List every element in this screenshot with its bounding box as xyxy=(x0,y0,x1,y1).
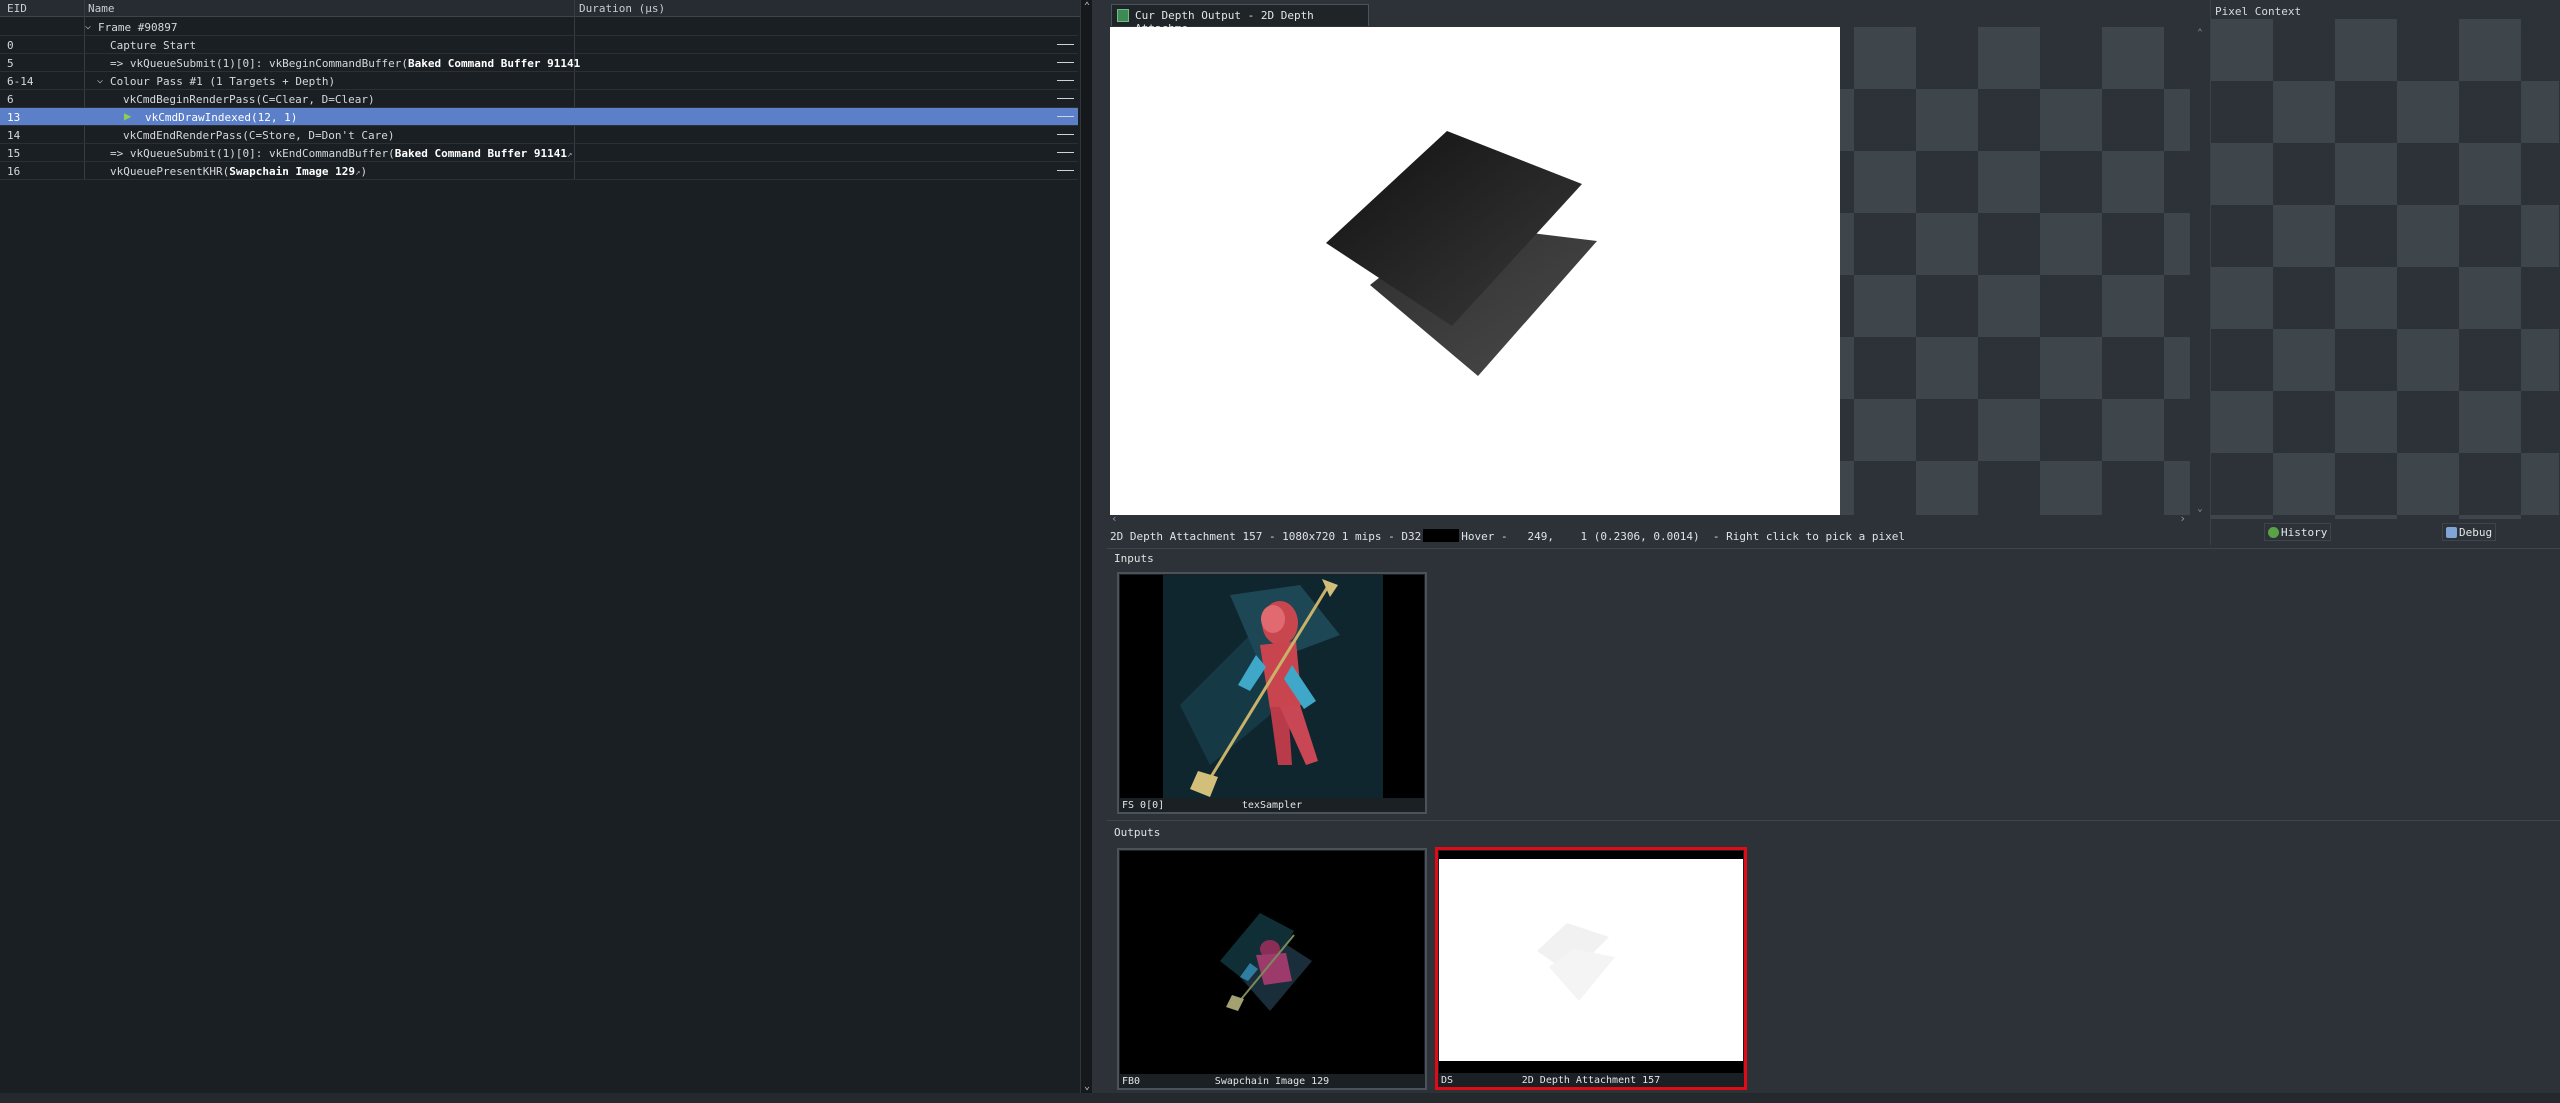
input-resource-name: texSampler xyxy=(1241,800,1303,811)
event-name-prefix: => vkQueueSubmit(1)[0]: vkBeginCommandBu… xyxy=(110,57,409,70)
scroll-right-icon[interactable]: › xyxy=(2179,512,2186,525)
divider xyxy=(1107,820,2560,821)
event-eid: 6 xyxy=(7,93,14,106)
tab-texture-viewer[interactable]: Cur Depth Output - 2D Depth Attachme… xyxy=(1111,4,1369,35)
input-thumbnail-texsampler[interactable]: FS 0[0] texSampler xyxy=(1117,572,1427,814)
texture-vertical-scrollbar[interactable]: ⌃ ⌄ xyxy=(2194,27,2206,515)
column-header-eid[interactable]: EID xyxy=(7,2,27,15)
event-row[interactable]: 5 => vkQueueSubmit(1)[0]: vkBeginCommand… xyxy=(0,54,1078,72)
event-name-prefix: vkQueuePresentKHR( xyxy=(110,165,230,178)
event-name: vkCmdEndRenderPass(C=Store, D=Don't Care… xyxy=(123,129,395,142)
link-icon[interactable]: ↗ xyxy=(567,150,572,160)
history-label: History xyxy=(2281,526,2328,539)
thumbnail-image xyxy=(1120,851,1424,1074)
outputs-title: Outputs xyxy=(1114,826,1161,839)
event-row[interactable]: 15 => vkQueueSubmit(1)[0]: vkEndCommandB… xyxy=(0,144,1078,162)
wrench-icon xyxy=(2446,527,2457,538)
resource-link[interactable]: Baked Command Buffer 91141 xyxy=(408,57,580,70)
event-browser-panel: EID Name Duration (µs) ⌵ Frame #90897 0 … xyxy=(0,0,1080,1093)
event-name-prefix: => vkQueueSubmit(1)[0]: vkEndCommandBuff… xyxy=(110,147,395,160)
thumbnail-image xyxy=(1439,851,1743,1073)
duration-dash xyxy=(1057,62,1074,63)
event-row[interactable]: 16 vkQueuePresentKHR(Swapchain Image 129… xyxy=(0,162,1078,180)
duration-dash xyxy=(1057,170,1074,171)
duration-dash xyxy=(1057,80,1074,81)
duration-dash xyxy=(1057,134,1074,135)
resource-link[interactable]: Swapchain Image 129 xyxy=(229,165,355,178)
history-button[interactable]: History xyxy=(2264,523,2332,541)
event-name: Frame #90897 xyxy=(98,21,178,34)
inputs-title: Inputs xyxy=(1114,552,1154,565)
depth-quads-render xyxy=(1326,131,1597,376)
event-row-frame[interactable]: ⌵ Frame #90897 xyxy=(0,18,1078,36)
event-eid: 16 xyxy=(7,165,21,178)
status-bar xyxy=(0,1093,2560,1103)
pixel-context-panel: Pixel Context History Debug xyxy=(2210,0,2560,545)
texture-horizontal-scrollbar[interactable]: ‹ › xyxy=(1110,512,2190,525)
duration-dash xyxy=(1057,44,1074,45)
swapchain-thumbnail-render xyxy=(1120,851,1424,1074)
event-row-colour-pass[interactable]: 6-14 ⌵ Colour Pass #1 (1 Targets + Depth… xyxy=(0,72,1078,90)
event-eid: 15 xyxy=(7,147,21,160)
depth-texture-image[interactable] xyxy=(1110,27,1840,515)
resource-link[interactable]: Baked Command Buffer 91141 xyxy=(395,147,567,160)
event-browser-header: EID Name Duration (µs) xyxy=(0,0,1080,17)
debug-label: Debug xyxy=(2459,526,2493,539)
character-art-thumbnail xyxy=(1120,575,1424,798)
event-eid: 0 xyxy=(7,39,14,52)
hover-color-swatch xyxy=(1423,529,1460,542)
event-eid: 13 xyxy=(7,111,21,124)
event-name: vkCmdBeginRenderPass(C=Clear, D=Clear) xyxy=(123,93,375,106)
event-name: => vkQueueSubmit(1)[0]: vkBeginCommandBu… xyxy=(110,57,580,70)
output-resource-name: 2D Depth Attachment 157 xyxy=(1521,1075,1661,1086)
event-eid: 14 xyxy=(7,129,21,142)
output-thumbnail-swapchain[interactable]: FB0 Swapchain Image 129 xyxy=(1117,848,1427,1090)
duration-dash xyxy=(1057,98,1074,99)
event-row[interactable]: 14 vkCmdEndRenderPass(C=Store, D=Don't C… xyxy=(0,126,1078,144)
event-name: vkCmdDrawIndexed(12, 1) xyxy=(145,111,298,124)
hover-readout: Hover - 249, 1 (0.2306, 0.0014) - Right … xyxy=(1461,530,1905,543)
chevron-down-icon[interactable]: ⌵ xyxy=(85,21,91,32)
debug-button[interactable]: Debug xyxy=(2442,523,2497,541)
scroll-down-icon[interactable]: ⌄ xyxy=(1082,1081,1092,1092)
texture-canvas[interactable] xyxy=(1110,27,2190,515)
pixel-context-title: Pixel Context xyxy=(2215,5,2302,18)
column-header-name[interactable]: Name xyxy=(88,2,115,15)
scroll-left-icon[interactable]: ‹ xyxy=(1111,512,1118,525)
texture-icon xyxy=(1117,9,1129,22)
depth-thumbnail-render xyxy=(1439,851,1743,1073)
texture-viewer-panel: Cur Depth Output - 2D Depth Attachme… xyxy=(1107,0,2210,545)
scroll-up-icon[interactable]: ⌃ xyxy=(2195,28,2205,38)
texture-status-line: 2D Depth Attachment 157 - 1080x720 1 mip… xyxy=(1110,529,1905,543)
event-tree: ⌵ Frame #90897 0 Capture Start 5 => vkQu… xyxy=(0,18,1078,180)
output-thumbnail-depth-selected[interactable]: DS 2D Depth Attachment 157 xyxy=(1435,847,1747,1090)
history-icon xyxy=(2268,527,2279,538)
duration-dash xyxy=(1057,152,1074,153)
event-name-suffix: ) xyxy=(360,165,368,178)
divider xyxy=(1107,548,2560,549)
event-browser-scrollbar[interactable]: ⌃ ⌄ xyxy=(1080,0,1092,1093)
event-row[interactable]: 6 vkCmdBeginRenderPass(C=Clear, D=Clear) xyxy=(0,90,1078,108)
event-name: vkQueuePresentKHR(Swapchain Image 129↗) xyxy=(110,165,367,178)
event-eid: 5 xyxy=(7,57,14,70)
texture-info: 2D Depth Attachment 157 - 1080x720 1 mip… xyxy=(1110,530,1422,543)
event-row-selected[interactable]: 13 ▶ vkCmdDrawIndexed(12, 1) xyxy=(0,108,1078,126)
duration-dash xyxy=(1057,116,1074,117)
pixel-context-view[interactable] xyxy=(2211,19,2559,519)
event-name: Capture Start xyxy=(110,39,197,52)
event-row[interactable]: 0 Capture Start xyxy=(0,36,1078,54)
current-event-arrow-icon: ▶ xyxy=(124,109,132,123)
scroll-down-icon[interactable]: ⌄ xyxy=(2195,504,2205,514)
event-name: Colour Pass #1 (1 Targets + Depth) xyxy=(110,75,336,88)
output-resource-name: Swapchain Image 129 xyxy=(1214,1076,1330,1087)
chevron-down-icon[interactable]: ⌵ xyxy=(97,75,103,86)
event-name: => vkQueueSubmit(1)[0]: vkEndCommandBuff… xyxy=(110,147,572,160)
scroll-up-icon[interactable]: ⌃ xyxy=(1082,1,1092,12)
event-eid: 6-14 xyxy=(7,75,34,88)
column-header-duration[interactable]: Duration (µs) xyxy=(579,2,665,15)
thumbnail-image xyxy=(1120,575,1424,798)
